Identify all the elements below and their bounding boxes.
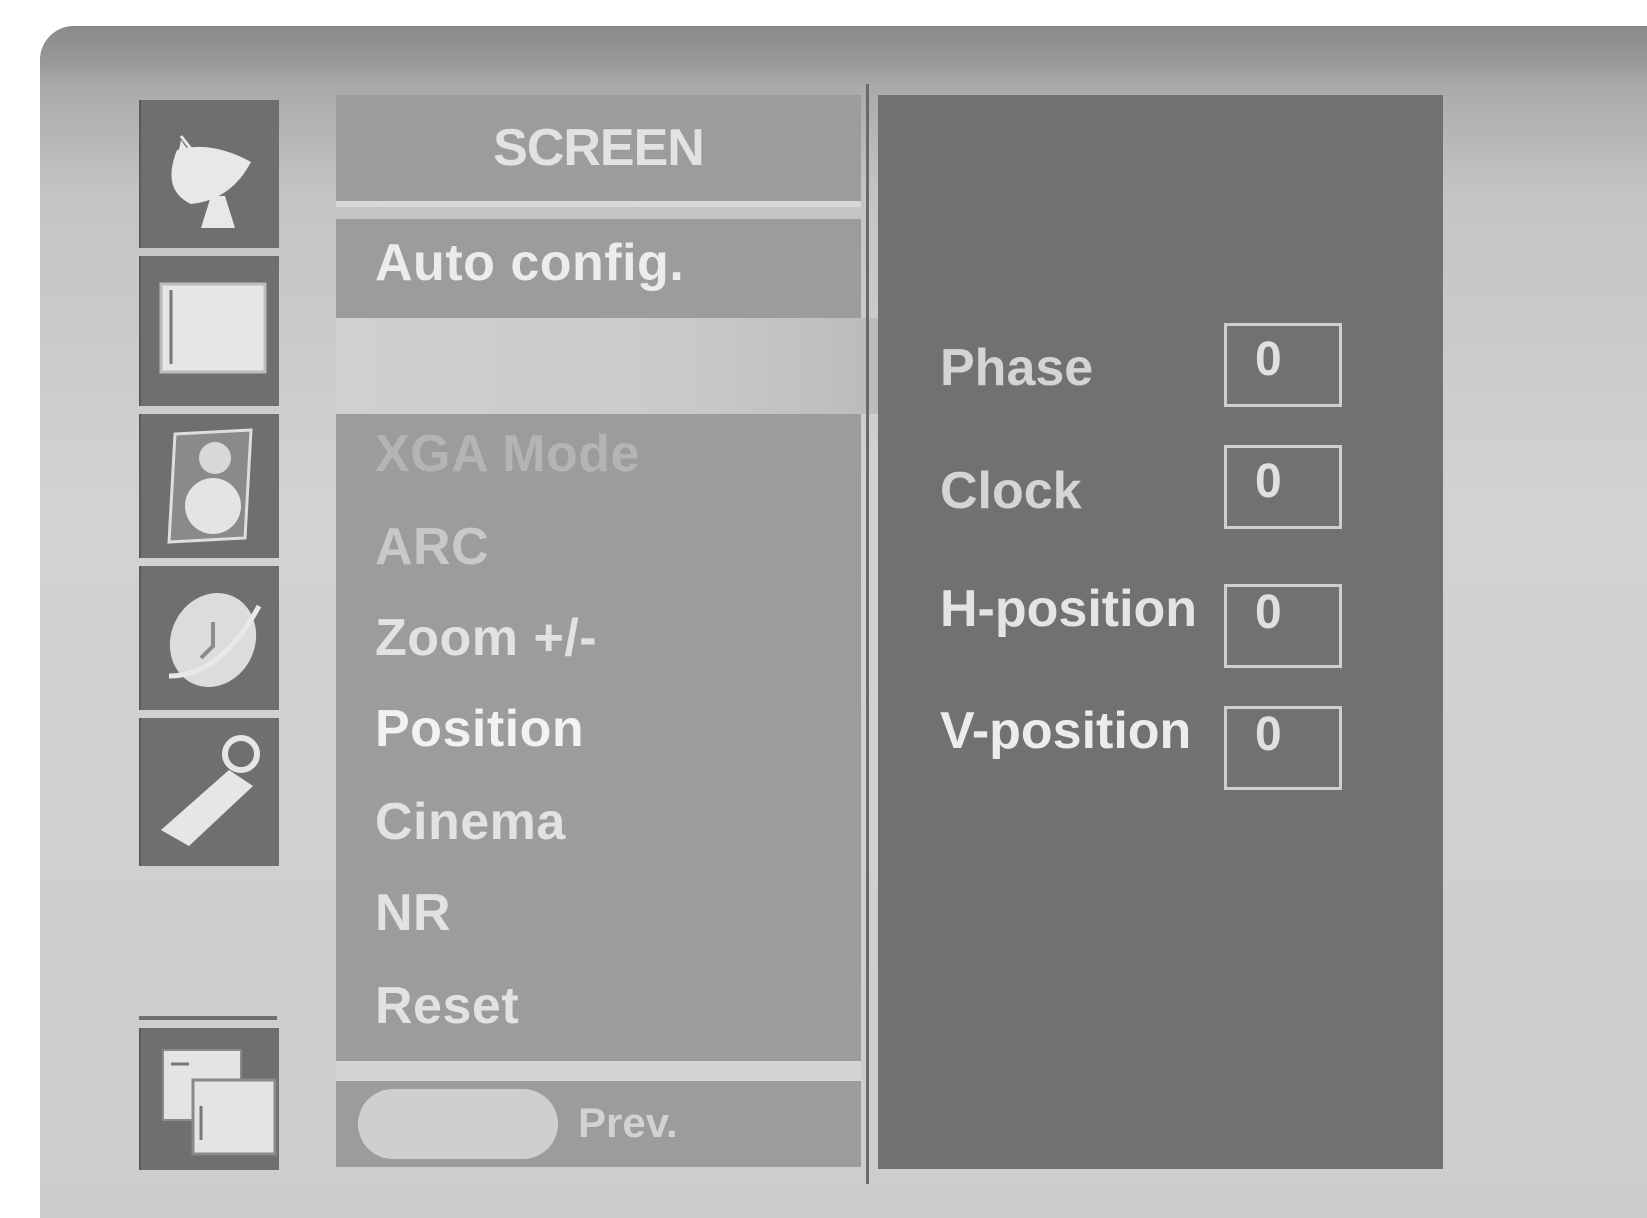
menu-item-zoom[interactable]: Zoom +/- [375, 608, 597, 668]
param-value-h-position[interactable]: 0 [1224, 584, 1342, 668]
param-value-phase[interactable]: 0 [1224, 323, 1342, 407]
menu-item-reset[interactable]: Reset [375, 976, 519, 1036]
param-label-h-position: H-position [940, 580, 1198, 638]
param-label-v-position: V-position [940, 702, 1192, 760]
sidebar-item-time[interactable] [139, 566, 279, 710]
menu-item-position[interactable]: Position [375, 699, 584, 759]
menu-title: SCREEN [336, 95, 861, 207]
position-panel: Phase 0 Clock 0 H-position 0 V-position … [878, 95, 1443, 1169]
sidebar-separator [139, 1016, 277, 1020]
menu-item-nr[interactable]: NR [375, 883, 451, 943]
param-label-clock: Clock [940, 462, 1082, 520]
sidebar-item-special[interactable] [139, 718, 279, 866]
sidebar-item-pip[interactable] [139, 1028, 279, 1170]
screen-icon [159, 282, 267, 374]
menu-separator [336, 1061, 861, 1081]
pip-icon [162, 1049, 277, 1156]
menu-item-cinema[interactable]: Cinema [375, 792, 566, 852]
menu-item-auto-config[interactable]: Auto config. [375, 233, 684, 293]
key-icon [161, 735, 260, 846]
panel-divider [866, 84, 869, 1184]
sidebar-item-sound[interactable] [139, 414, 279, 558]
speaker-icon [167, 428, 253, 544]
param-label-phase: Phase [940, 339, 1094, 397]
menu-footer: Prev. [336, 1081, 861, 1167]
satellite-dish-icon [171, 135, 251, 228]
menu-button-pill[interactable] [358, 1089, 558, 1159]
param-value-v-position[interactable]: 0 [1224, 706, 1342, 790]
prev-hint: Prev. [578, 1099, 678, 1146]
clock-icon [168, 593, 262, 687]
sidebar-item-station[interactable] [139, 100, 279, 248]
menu-item-xga-mode[interactable]: XGA Mode [375, 424, 640, 484]
menu-selection-highlight [336, 318, 908, 414]
param-value-clock[interactable]: 0 [1224, 445, 1342, 529]
sidebar-item-picture[interactable] [139, 256, 279, 406]
menu-item-arc[interactable]: ARC [375, 517, 489, 577]
